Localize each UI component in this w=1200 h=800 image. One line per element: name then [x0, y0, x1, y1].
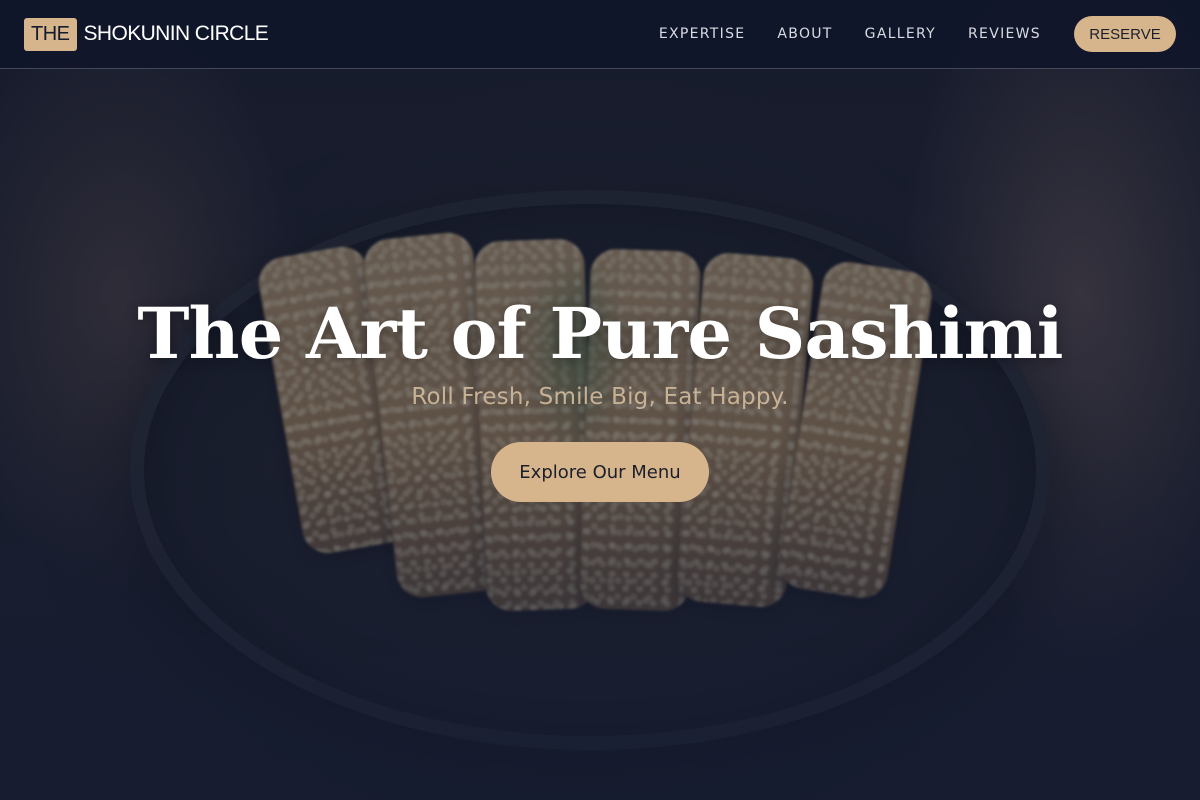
brand-prefix-badge: THE [24, 17, 77, 51]
hero-title: The Art of Pure Sashimi [137, 292, 1063, 375]
nav-link-expertise[interactable]: EXPERTISE [659, 26, 746, 42]
top-navbar: THE SHOKUNIN CIRCLE EXPERTISE ABOUT GALL… [0, 0, 1200, 69]
reserve-button[interactable]: RESERVE [1074, 16, 1176, 52]
brand-name: SHOKUNIN CIRCLE [83, 22, 269, 45]
brand-logo[interactable]: THE SHOKUNIN CIRCLE [24, 17, 269, 51]
nav-link-about[interactable]: ABOUT [777, 26, 832, 42]
nav-links: EXPERTISE ABOUT GALLERY REVIEWS [659, 26, 1041, 42]
nav-link-reviews[interactable]: REVIEWS [968, 26, 1041, 42]
nav-right: EXPERTISE ABOUT GALLERY REVIEWS RESERVE [659, 16, 1176, 52]
nav-link-gallery[interactable]: GALLERY [865, 26, 936, 42]
explore-menu-button[interactable]: Explore Our Menu [491, 442, 709, 502]
hero-content: The Art of Pure Sashimi Roll Fresh, Smil… [0, 292, 1200, 502]
hero-subtitle: Roll Fresh, Smile Big, Eat Happy. [411, 384, 789, 410]
